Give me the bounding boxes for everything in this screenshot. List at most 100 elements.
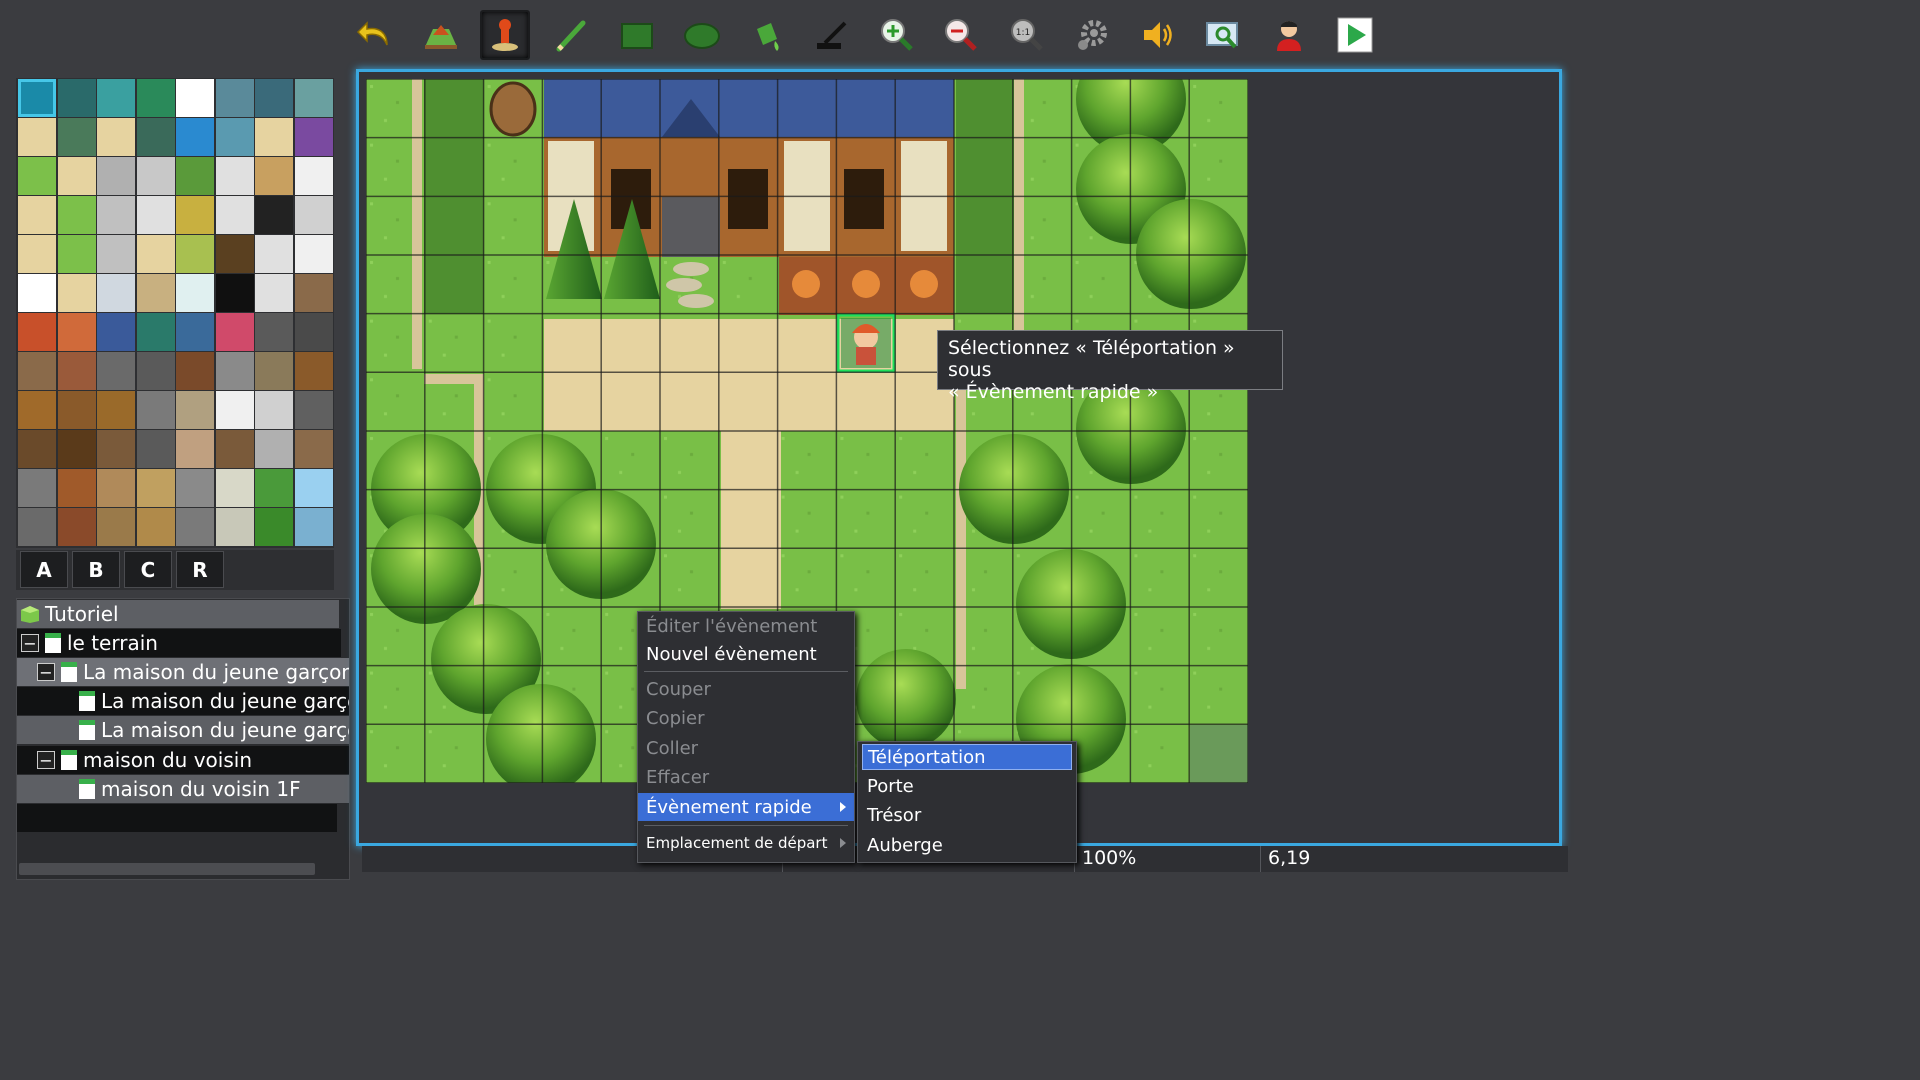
playtest-button[interactable] <box>1330 10 1380 60</box>
palette-tile[interactable] <box>176 235 214 273</box>
menu-item-teleport[interactable]: Téléportation <box>862 744 1072 770</box>
sound-test-button[interactable] <box>1133 10 1183 60</box>
palette-tile[interactable] <box>294 79 333 117</box>
palette-tile[interactable] <box>294 352 333 390</box>
palette-tile[interactable] <box>176 79 214 117</box>
tab-a[interactable]: A <box>20 551 68 588</box>
palette-tile[interactable] <box>97 469 135 507</box>
palette-tile[interactable] <box>176 313 214 351</box>
palette-tile[interactable] <box>176 508 214 546</box>
palette-tile[interactable] <box>215 118 254 156</box>
palette-tile[interactable] <box>176 430 214 468</box>
palette-tile[interactable] <box>97 79 135 117</box>
palette-tile[interactable] <box>136 430 175 468</box>
palette-tile[interactable] <box>136 79 175 117</box>
palette-tile[interactable] <box>215 313 254 351</box>
zoom-actual-button[interactable]: 1:1 <box>1002 10 1052 60</box>
tree-item-maison-du-voisin-1f[interactable]: maison du voisin 1F <box>17 775 349 803</box>
palette-tile[interactable] <box>215 196 254 234</box>
palette-tile[interactable] <box>294 391 333 429</box>
collapse-icon[interactable]: − <box>21 634 39 653</box>
menu-item-inn[interactable]: Auberge <box>862 832 1072 858</box>
tree-item-maison-jeune-garcon-2[interactable]: La maison du jeune garço <box>17 716 349 744</box>
palette-tile[interactable] <box>97 313 135 351</box>
palette-tile[interactable] <box>57 391 96 429</box>
menu-item-edit-event[interactable]: Éditer l'évènement <box>638 612 854 640</box>
menu-item-start-position[interactable]: Emplacement de départ <box>638 829 854 857</box>
palette-tile[interactable] <box>136 313 175 351</box>
palette-tile[interactable] <box>255 508 293 546</box>
tab-r[interactable]: R <box>176 551 224 588</box>
resource-manager-button[interactable] <box>1198 10 1248 60</box>
palette-tile[interactable] <box>176 118 214 156</box>
palette-tile[interactable] <box>97 391 135 429</box>
menu-item-new-event[interactable]: Nouvel évènement <box>638 640 854 668</box>
tree-item-le-terrain[interactable]: − le terrain <box>17 629 341 657</box>
palette-tile[interactable] <box>97 430 135 468</box>
shadow-pen-button[interactable] <box>808 10 858 60</box>
menu-item-door[interactable]: Porte <box>862 773 1072 799</box>
palette-tile[interactable] <box>57 196 96 234</box>
event-layer-button[interactable] <box>480 10 530 60</box>
palette-tile[interactable] <box>255 79 293 117</box>
palette-tile[interactable] <box>97 235 135 273</box>
tree-item-maison-du-voisin[interactable]: − maison du voisin <box>17 746 349 774</box>
palette-tile[interactable] <box>215 430 254 468</box>
palette-tile[interactable] <box>57 313 96 351</box>
palette-tile[interactable] <box>18 196 56 234</box>
palette-tile[interactable] <box>255 430 293 468</box>
palette-tile[interactable] <box>294 196 333 234</box>
undo-button[interactable] <box>350 10 400 60</box>
palette-tile[interactable] <box>255 118 293 156</box>
palette-tile[interactable] <box>255 469 293 507</box>
zoom-in-button[interactable] <box>872 10 922 60</box>
palette-tile[interactable] <box>18 79 56 117</box>
fill-button[interactable] <box>742 10 792 60</box>
database-button[interactable] <box>1067 10 1117 60</box>
palette-tile[interactable] <box>18 469 56 507</box>
palette-tile[interactable] <box>18 508 56 546</box>
palette-tile[interactable] <box>255 391 293 429</box>
palette-tile[interactable] <box>136 157 175 195</box>
menu-item-quick-event[interactable]: Évènement rapide <box>638 793 854 821</box>
map-layer-button[interactable] <box>416 10 466 60</box>
tab-c[interactable]: C <box>124 551 172 588</box>
palette-tile[interactable] <box>215 391 254 429</box>
palette-tile[interactable] <box>97 274 135 312</box>
palette-tile[interactable] <box>97 508 135 546</box>
tree-item-maison-jeune-garcon[interactable]: − La maison du jeune garçon <box>17 658 349 686</box>
palette-tile[interactable] <box>136 274 175 312</box>
palette-tile[interactable] <box>57 352 96 390</box>
ellipse-button[interactable] <box>677 10 727 60</box>
menu-item-delete[interactable]: Effacer <box>638 763 854 791</box>
palette-tile[interactable] <box>18 352 56 390</box>
palette-tile[interactable] <box>255 196 293 234</box>
tab-b[interactable]: B <box>72 551 120 588</box>
palette-tile[interactable] <box>255 235 293 273</box>
palette-tile[interactable] <box>255 274 293 312</box>
palette-tile[interactable] <box>215 508 254 546</box>
palette-tile[interactable] <box>176 469 214 507</box>
pencil-button[interactable] <box>546 10 596 60</box>
palette-tile[interactable] <box>97 118 135 156</box>
character-generator-button[interactable] <box>1264 10 1314 60</box>
palette-tile[interactable] <box>57 118 96 156</box>
palette-tile[interactable] <box>18 274 56 312</box>
palette-tile[interactable] <box>294 313 333 351</box>
palette-tile[interactable] <box>57 469 96 507</box>
palette-tile[interactable] <box>215 274 254 312</box>
palette-tile[interactable] <box>136 508 175 546</box>
palette-tile[interactable] <box>215 79 254 117</box>
palette-tile[interactable] <box>18 313 56 351</box>
palette-tile[interactable] <box>57 274 96 312</box>
palette-tile[interactable] <box>255 352 293 390</box>
collapse-icon[interactable]: − <box>37 751 55 770</box>
tile-palette[interactable] <box>16 78 334 548</box>
palette-tile[interactable] <box>57 430 96 468</box>
palette-tile[interactable] <box>57 157 96 195</box>
palette-tile[interactable] <box>176 157 214 195</box>
palette-tile[interactable] <box>97 196 135 234</box>
palette-tile[interactable] <box>294 430 333 468</box>
rectangle-button[interactable] <box>612 10 662 60</box>
palette-tile[interactable] <box>294 274 333 312</box>
